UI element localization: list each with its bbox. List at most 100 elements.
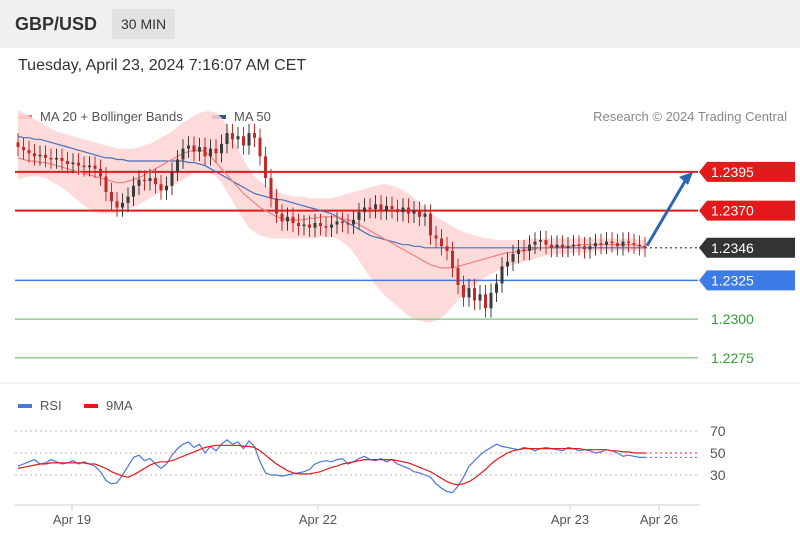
candle-body	[412, 210, 416, 214]
candle-body	[76, 162, 81, 166]
candle-body	[390, 205, 394, 210]
candle-body	[159, 184, 163, 191]
forecast-arrowhead	[679, 171, 693, 185]
candle-body	[269, 178, 273, 199]
rsi-tick-30: 30	[710, 467, 726, 483]
rsi-line	[17, 439, 645, 494]
candle-body	[137, 179, 141, 186]
last-price-label: 1.2346	[711, 240, 754, 256]
price-chart[interactable]: 1.2395 1.2370 1.2346 1.2325 1.2300 1.2275 70 5…	[0, 0, 800, 541]
candle-body	[511, 254, 515, 262]
forecast-arrow	[645, 177, 689, 247]
candle-body	[115, 201, 119, 208]
resistance-2-label: 1.2395	[711, 164, 754, 180]
candle-body	[643, 246, 647, 248]
candle-body	[335, 221, 339, 225]
candle-body	[461, 285, 466, 298]
candle-body	[225, 133, 229, 144]
candle-body	[379, 204, 383, 211]
candle-body	[456, 267, 460, 285]
candle-body	[516, 249, 521, 254]
candle-body	[346, 223, 350, 225]
candle-body	[313, 223, 317, 228]
candle-body	[560, 244, 565, 248]
candle-body	[423, 213, 427, 217]
candle-body	[527, 244, 532, 251]
candle-body	[296, 223, 301, 227]
candle-body	[208, 148, 213, 157]
candle-body	[522, 249, 526, 251]
candle-body	[505, 261, 510, 267]
candle-body	[445, 246, 449, 251]
candle-body	[368, 207, 372, 210]
candle-body	[329, 224, 334, 228]
candle-body	[153, 178, 158, 185]
candle-body	[428, 213, 433, 236]
candle-body	[324, 226, 328, 228]
candle-body	[65, 161, 70, 165]
candle-body	[186, 145, 191, 149]
candle-body	[170, 171, 174, 186]
candle-body	[599, 243, 603, 245]
candle-body	[21, 147, 26, 151]
candle-body	[104, 176, 108, 192]
candle-body	[439, 238, 444, 247]
candle-body	[615, 243, 620, 247]
candle-body	[307, 224, 312, 228]
x-tick-label: Apr 26	[640, 512, 678, 527]
candle-body	[16, 142, 20, 148]
candle-body	[357, 212, 361, 220]
resistance-1-label: 1.2370	[711, 203, 754, 219]
candle-body	[566, 246, 570, 248]
candle-body	[142, 179, 147, 182]
candle-body	[247, 133, 251, 146]
candle-body	[258, 137, 262, 157]
candle-body	[98, 168, 103, 177]
pivot-label: 1.2325	[711, 272, 754, 288]
candle-body	[131, 185, 136, 197]
candle-body	[500, 266, 504, 284]
support-2-label: 1.2275	[711, 350, 754, 366]
candle-body	[71, 162, 75, 165]
candle-body	[60, 157, 64, 161]
candle-body	[489, 292, 493, 309]
candle-body	[417, 210, 422, 217]
candle-body	[27, 150, 31, 154]
candle-body	[637, 244, 642, 247]
candle-body	[549, 244, 554, 248]
candle-body	[582, 246, 587, 250]
candle-body	[533, 241, 537, 245]
candle-body	[219, 143, 224, 154]
candle-body	[571, 244, 576, 247]
candle-body	[263, 156, 268, 179]
x-tick-label: Apr 19	[53, 512, 91, 527]
candle-body	[32, 153, 37, 157]
candle-body	[555, 244, 559, 248]
candle-body	[214, 148, 218, 154]
candle-body	[610, 241, 614, 244]
candle-body	[280, 213, 284, 222]
candle-body	[351, 219, 356, 225]
candle-body	[478, 294, 482, 301]
candle-body	[181, 148, 185, 160]
candle-body	[384, 205, 389, 211]
candle-body	[38, 154, 42, 157]
9ma-line	[17, 444, 645, 486]
candle-body	[544, 240, 548, 245]
candle-body	[434, 235, 438, 239]
candle-body	[82, 165, 86, 168]
candle-body	[192, 145, 196, 152]
candle-body	[621, 241, 625, 247]
candle-body	[483, 294, 488, 309]
candle-body	[197, 147, 202, 152]
rsi-tick-50: 50	[710, 445, 726, 461]
candle-body	[49, 157, 53, 160]
candle-body	[126, 196, 130, 203]
candle-body	[401, 207, 405, 213]
candle-body	[203, 147, 207, 157]
candle-body	[274, 198, 279, 214]
candle-body	[93, 165, 97, 169]
candle-body	[450, 250, 455, 268]
candle-body	[538, 240, 543, 242]
candle-body	[362, 207, 367, 213]
